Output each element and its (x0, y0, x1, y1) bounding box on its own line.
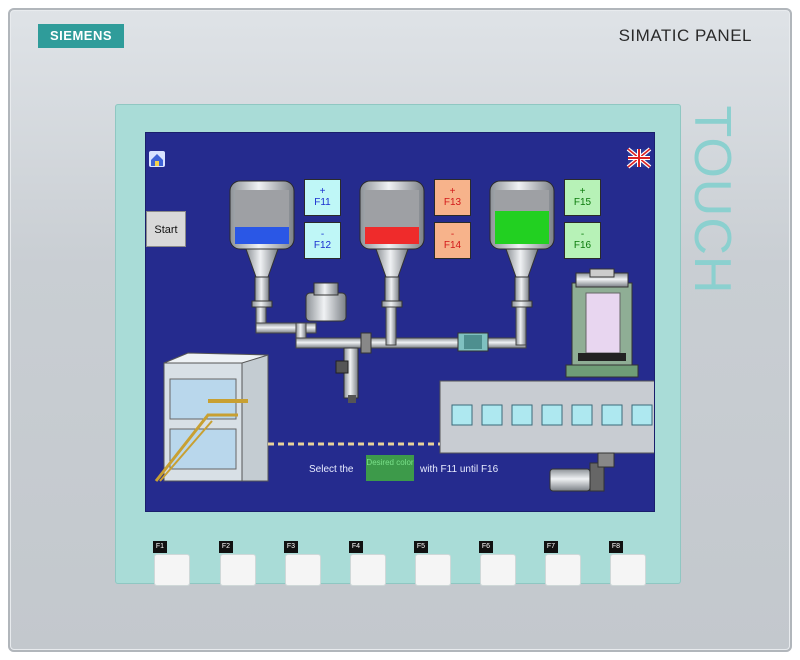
message-prefix: Select the (309, 464, 354, 475)
touch-label: TOUCH (682, 98, 742, 303)
f15-increase-button[interactable]: + F15 (564, 179, 601, 216)
function-key-f1-pad[interactable] (155, 555, 189, 585)
function-key-f5-pad[interactable] (416, 555, 450, 585)
f15-sign: + (579, 186, 586, 197)
tank-2 (359, 180, 425, 308)
function-key-f2[interactable]: F2 (219, 541, 255, 587)
start-button[interactable]: Start (146, 211, 186, 247)
function-key-f4-label: F4 (349, 541, 363, 553)
warehouse-building (154, 352, 269, 482)
function-key-f2-label: F2 (219, 541, 233, 553)
home-icon[interactable] (149, 151, 165, 167)
f11-sign: + (319, 186, 326, 197)
f11-increase-button[interactable]: + F11 (304, 179, 341, 216)
production-hall (268, 380, 654, 454)
f16-sign: - (580, 229, 585, 240)
function-key-f6[interactable]: F6 (479, 541, 515, 587)
function-key-f8-pad[interactable] (611, 555, 645, 585)
function-key-f2-pad[interactable] (221, 555, 255, 585)
function-key-f5[interactable]: F5 (414, 541, 450, 587)
pump-motor (549, 452, 615, 492)
siemens-logo: SIEMENS (38, 24, 124, 48)
function-key-f6-label: F6 (479, 541, 493, 553)
f11-label: F11 (314, 197, 331, 208)
f13-sign: + (449, 186, 456, 197)
function-key-f6-pad[interactable] (481, 555, 515, 585)
f16-label: F16 (573, 240, 592, 251)
f16-decrease-button[interactable]: - F16 (564, 222, 601, 259)
function-key-f3-label: F3 (284, 541, 298, 553)
function-key-f4[interactable]: F4 (349, 541, 385, 587)
function-key-f5-label: F5 (414, 541, 428, 553)
f12-sign: - (320, 229, 325, 240)
f13-label: F13 (443, 197, 462, 208)
f13-increase-button[interactable]: + F13 (434, 179, 471, 216)
tank-1 (229, 180, 295, 308)
message-suffix: with F11 until F16 (420, 464, 499, 475)
f12-decrease-button[interactable]: - F12 (304, 222, 341, 259)
f14-sign: - (450, 229, 455, 240)
function-key-f1[interactable]: F1 (153, 541, 189, 587)
touch-label-text: TOUCH (683, 105, 741, 295)
function-key-f8-label: F8 (609, 541, 623, 553)
f14-label: F14 (443, 240, 462, 251)
function-key-f3-pad[interactable] (286, 555, 320, 585)
tank-3 (489, 180, 555, 308)
f15-label: F15 (573, 197, 592, 208)
function-key-f3[interactable]: F3 (284, 541, 320, 587)
function-key-f7-pad[interactable] (546, 555, 580, 585)
filling-machine (565, 268, 639, 378)
function-key-f1-label: F1 (153, 541, 167, 553)
desired-color-indicator: Desired color (366, 455, 414, 481)
function-key-f7-label: F7 (544, 541, 558, 553)
language-flag-icon[interactable] (626, 147, 652, 169)
function-key-f4-pad[interactable] (351, 555, 385, 585)
panel-model-label: SIMATIC PANEL (618, 26, 752, 45)
function-key-f8[interactable]: F8 (609, 541, 645, 587)
function-key-f7[interactable]: F7 (544, 541, 580, 587)
f12-label: F12 (313, 240, 332, 251)
f14-decrease-button[interactable]: - F14 (434, 222, 471, 259)
